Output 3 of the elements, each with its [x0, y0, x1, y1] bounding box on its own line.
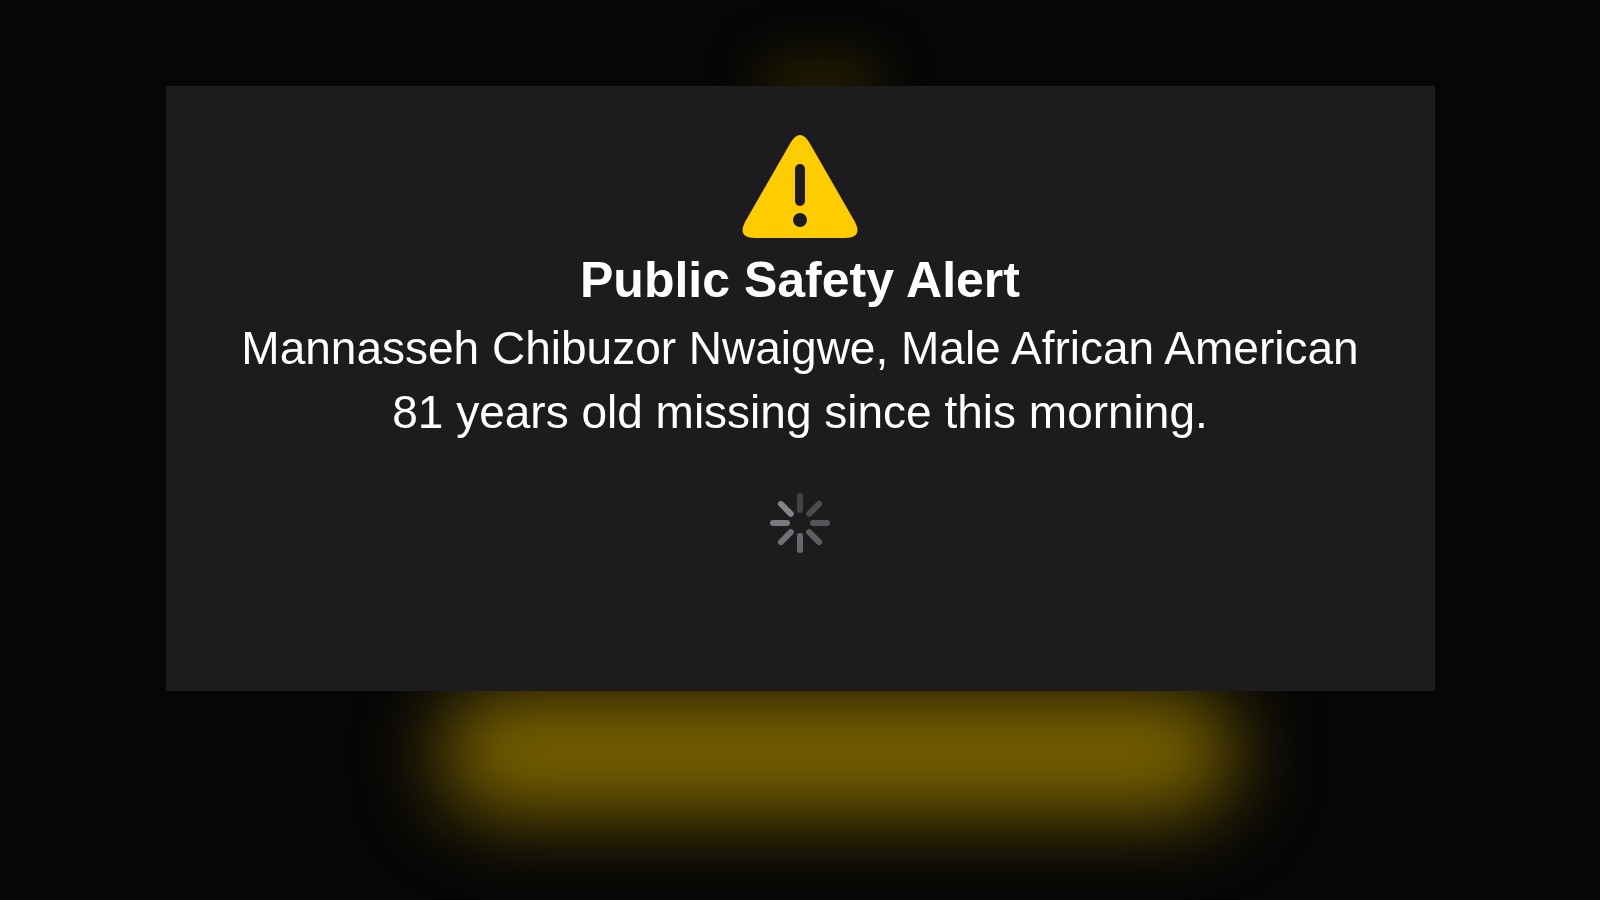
alert-title: Public Safety Alert: [580, 251, 1020, 310]
alert-message: Mannasseh Chibuzor Nwaigwe, Male African American 81 years old missing since this morning.: [240, 321, 1360, 440]
warning-icon: [741, 134, 859, 240]
